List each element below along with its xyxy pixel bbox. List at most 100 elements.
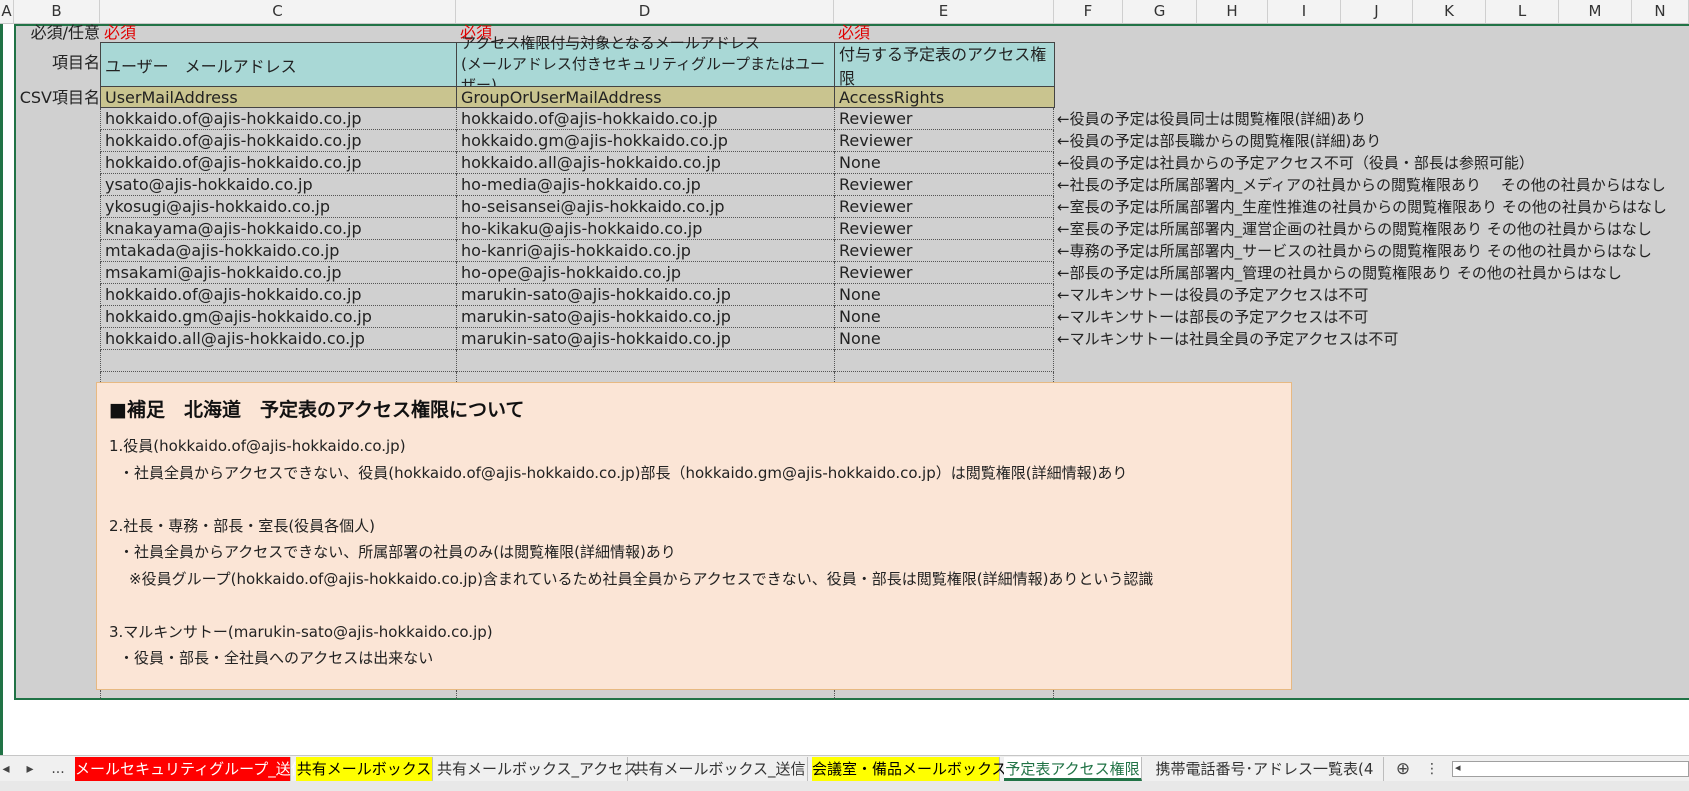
tab-scroll-next-icon[interactable]: ▸: [22, 756, 38, 782]
column-header-m[interactable]: M: [1559, 0, 1632, 23]
table-cell-empty: [100, 690, 456, 700]
row-note[interactable]: ←役員の予定は役員同士は閲覧権限(詳細)あり: [1057, 108, 1366, 130]
csv-header-target-text: GroupOrUserMailAddress: [461, 87, 662, 107]
supplement-line: 3.マルキンサトー(marukin-sato@ajis-hokkaido.co.…: [109, 623, 493, 641]
csv-header-rights-text: AccessRights: [839, 87, 945, 107]
column-header-n[interactable]: N: [1632, 0, 1689, 23]
row-note[interactable]: ←役員の予定は部長職からの閲覧権限(詳細)あり: [1057, 130, 1381, 152]
column-header-l[interactable]: L: [1486, 0, 1559, 23]
table-cell-rights[interactable]: Reviewer: [834, 240, 1054, 262]
row-note[interactable]: ←専務の予定は所属部署内_サービスの社員からの閲覧権限あり その他の社員からはな…: [1057, 240, 1652, 262]
tab-calendar-access[interactable]: 予定表アクセス権限: [1004, 757, 1142, 781]
table-cell-user[interactable]: msakami@ajis-hokkaido.co.jp: [100, 262, 456, 284]
row-note[interactable]: ←社長の予定は所属部署内_メディアの社員からの閲覧権限あり その他の社員からはな…: [1057, 174, 1666, 196]
tab-mobile-phone-list[interactable]: 携帯電話番号･アドレス一覧表(4: [1146, 757, 1384, 781]
row-note[interactable]: ←室長の予定は所属部署内_運営企画の社員からの閲覧権限あり その他の社員からはな…: [1057, 218, 1652, 240]
tab-shared-mailbox-send[interactable]: 共有メールボックス_送信: [632, 757, 808, 781]
table-cell-empty[interactable]: [456, 350, 834, 372]
header-target-mail[interactable]: アクセス権限付与対象となるメールアドレス (メールアドレス付きセキュリティグルー…: [456, 34, 835, 94]
table-cell-target[interactable]: ho-kikaku@ajis-hokkaido.co.jp: [456, 218, 834, 240]
table-cell-target[interactable]: marukin-sato@ajis-hokkaido.co.jp: [456, 328, 834, 350]
tab-scroll-prev-icon[interactable]: ◂: [0, 756, 12, 782]
column-header-b[interactable]: B: [14, 0, 100, 23]
column-header-k[interactable]: K: [1413, 0, 1486, 23]
header-access-rights-text: 付与する予定表のアクセス権限: [839, 44, 1047, 88]
table-cell-rights[interactable]: None: [834, 152, 1054, 174]
table-cell-user[interactable]: hokkaido.all@ajis-hokkaido.co.jp: [100, 328, 456, 350]
column-header-c[interactable]: C: [100, 0, 456, 23]
tab-mail-security-group-send[interactable]: メールセキュリティグループ_送信: [75, 757, 306, 781]
status-bar: [0, 781, 1689, 791]
table-cell-user[interactable]: hokkaido.of@ajis-hokkaido.co.jp: [100, 130, 456, 152]
table-cell-rights[interactable]: Reviewer: [834, 196, 1054, 218]
row-note[interactable]: ←役員の予定は社員からの予定アクセス不可（役員・部長は参照可能）: [1057, 152, 1534, 174]
column-header-i[interactable]: I: [1268, 0, 1341, 23]
tab-shared-mailbox[interactable]: 共有メールボックス: [296, 757, 433, 781]
row-note[interactable]: ←マルキンサトーは部長の予定アクセスは不可: [1057, 306, 1368, 328]
table-cell-user[interactable]: hokkaido.of@ajis-hokkaido.co.jp: [100, 284, 456, 306]
table-cell-rights[interactable]: Reviewer: [834, 218, 1054, 240]
row-note[interactable]: ←マルキンサトーは社員全員の予定アクセスは不可: [1057, 328, 1398, 350]
add-sheet-icon[interactable]: ⊕: [1394, 756, 1412, 782]
label-item-name: 項目名: [51, 53, 100, 72]
table-cell-rights[interactable]: None: [834, 306, 1054, 328]
table-cell-target[interactable]: hokkaido.gm@ajis-hokkaido.co.jp: [456, 130, 834, 152]
table-cell-user[interactable]: knakayama@ajis-hokkaido.co.jp: [100, 218, 456, 240]
table-cell-target[interactable]: ho-ope@ajis-hokkaido.co.jp: [456, 262, 834, 284]
table-cell-user[interactable]: hokkaido.of@ajis-hokkaido.co.jp: [100, 108, 456, 130]
label-csv-item-name: CSV項目名: [19, 88, 100, 107]
header-user-mail[interactable]: ユーザー メールアドレス: [100, 42, 457, 87]
supplement-line: ・社員全員からアクセスできない、所属部署の社員のみ(は閲覧権限(詳細情報)あり: [119, 543, 676, 561]
tab-bar-menu-icon[interactable]: ⋮: [1424, 756, 1440, 782]
supplement-line: ※役員グループ(hokkaido.of@ajis-hokkaido.co.jp)…: [129, 570, 1154, 588]
supplement-textbox[interactable]: ■補足 北海道 予定表のアクセス権限について 1.役員(hokkaido.of@…: [96, 382, 1292, 690]
table-cell-rights[interactable]: Reviewer: [834, 130, 1054, 152]
supplement-line: ・役員・部長・全社員へのアクセスは出来ない: [119, 649, 434, 667]
column-header-a[interactable]: A: [0, 0, 14, 23]
table-cell-target[interactable]: marukin-sato@ajis-hokkaido.co.jp: [456, 306, 834, 328]
table-cell-user[interactable]: hokkaido.gm@ajis-hokkaido.co.jp: [100, 306, 456, 328]
table-cell-rights[interactable]: Reviewer: [834, 262, 1054, 284]
supplement-line: ・社員全員からアクセスできない、役員(hokkaido.of@ajis-hokk…: [119, 464, 1128, 482]
table-cell-target[interactable]: hokkaido.all@ajis-hokkaido.co.jp: [456, 152, 834, 174]
row-note[interactable]: ←部長の予定は所属部署内_管理の社員からの閲覧権限あり その他の社員からはなし: [1057, 262, 1622, 284]
table-cell-user[interactable]: ysato@ajis-hokkaido.co.jp: [100, 174, 456, 196]
header-access-rights[interactable]: 付与する予定表のアクセス権限: [834, 42, 1055, 88]
table-cell-target[interactable]: hokkaido.of@ajis-hokkaido.co.jp: [456, 108, 834, 130]
table-cell-target[interactable]: ho-seisansei@ajis-hokkaido.co.jp: [456, 196, 834, 218]
table-cell-target[interactable]: marukin-sato@ajis-hokkaido.co.jp: [456, 284, 834, 306]
table-cell-rights[interactable]: Reviewer: [834, 108, 1054, 130]
column-header-h[interactable]: H: [1197, 0, 1268, 23]
tab-more-icon[interactable]: ...: [46, 756, 70, 782]
row-note[interactable]: ←室長の予定は所属部署内_生産性推進の社員からの閲覧権限あり その他の社員からは…: [1057, 196, 1667, 218]
scroll-left-icon[interactable]: ◂: [1455, 761, 1461, 774]
column-header-f[interactable]: F: [1054, 0, 1123, 23]
table-cell-target[interactable]: ho-media@ajis-hokkaido.co.jp: [456, 174, 834, 196]
header-target-mail-line1: アクセス権限付与対象となるメールアドレス: [461, 34, 760, 52]
row-note[interactable]: ←マルキンサトーは役員の予定アクセスは不可: [1057, 284, 1368, 306]
table-cell-rights[interactable]: Reviewer: [834, 174, 1054, 196]
table-cell-user[interactable]: ykosugi@ajis-hokkaido.co.jp: [100, 196, 456, 218]
table-cell-empty: [834, 690, 1054, 700]
csv-header-rights[interactable]: AccessRights: [834, 86, 1055, 108]
table-cell-user[interactable]: hokkaido.of@ajis-hokkaido.co.jp: [100, 152, 456, 174]
tab-shared-mailbox-access[interactable]: 共有メールボックス_アクセス: [437, 757, 638, 781]
csv-header-target[interactable]: GroupOrUserMailAddress: [456, 86, 835, 108]
window-left-border: [0, 0, 3, 756]
horizontal-scrollbar[interactable]: ◂: [1452, 761, 1689, 777]
column-header-e[interactable]: E: [834, 0, 1054, 23]
column-header-d[interactable]: D: [456, 0, 834, 23]
table-cell-target[interactable]: ho-kanri@ajis-hokkaido.co.jp: [456, 240, 834, 262]
table-cell-rights[interactable]: None: [834, 284, 1054, 306]
csv-header-user[interactable]: UserMailAddress: [100, 86, 457, 108]
supplement-line: 2.社長・専務・部長・室長(役員各個人): [109, 517, 376, 535]
column-header-g[interactable]: G: [1123, 0, 1197, 23]
table-cell-empty: [456, 690, 834, 700]
tab-meeting-room-mailbox[interactable]: 会議室・備品メールボックス: [812, 757, 1007, 781]
table-cell-empty[interactable]: [100, 350, 456, 372]
supplement-title: ■補足 北海道 予定表のアクセス権限について: [109, 399, 525, 421]
table-cell-empty[interactable]: [834, 350, 1054, 372]
table-cell-user[interactable]: mtakada@ajis-hokkaido.co.jp: [100, 240, 456, 262]
column-header-j[interactable]: J: [1341, 0, 1413, 23]
table-cell-rights[interactable]: None: [834, 328, 1054, 350]
